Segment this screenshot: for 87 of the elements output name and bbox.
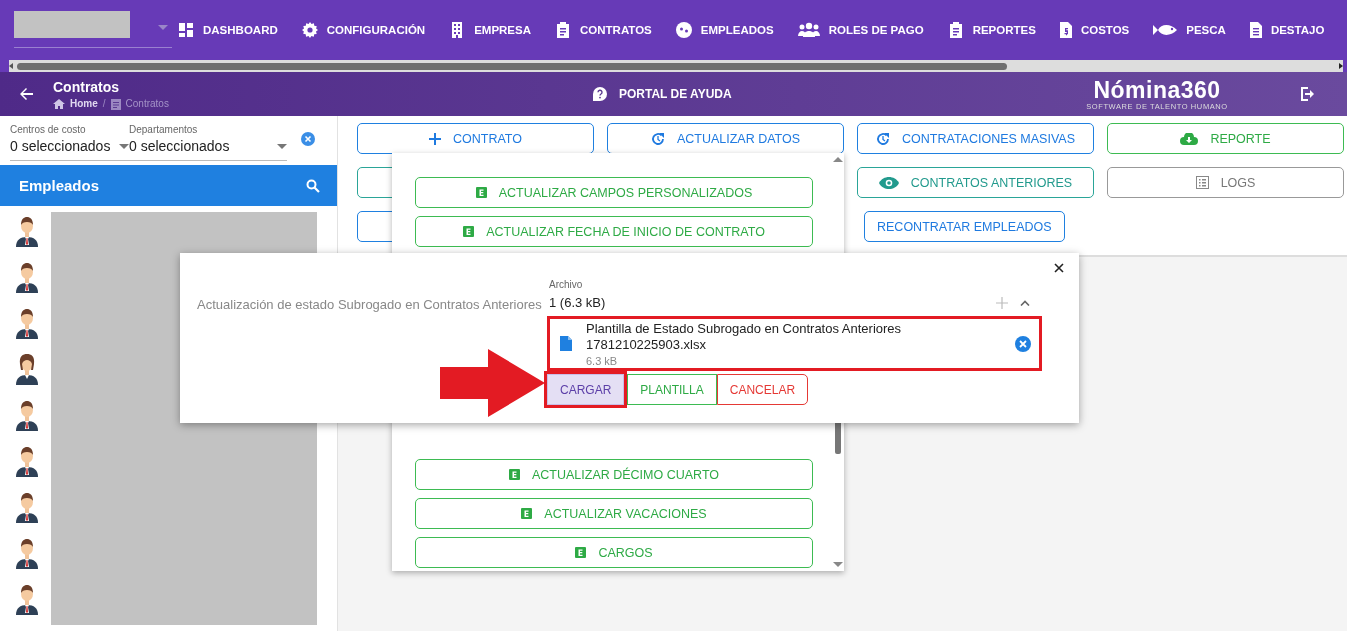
scroll-down-icon[interactable] bbox=[833, 562, 843, 567]
close-icon[interactable] bbox=[1054, 263, 1064, 273]
nav-link[interactable]: DESTAJO bbox=[1237, 22, 1337, 38]
menu-item[interactable]: CARGOS bbox=[415, 537, 813, 568]
help-icon bbox=[593, 87, 607, 101]
page-title: Contratos bbox=[53, 78, 121, 95]
scroll-up-icon[interactable] bbox=[833, 157, 843, 162]
dashboard-icon bbox=[178, 22, 194, 38]
spreadsheet-icon bbox=[575, 547, 587, 558]
nav-link[interactable]: EMPRESA bbox=[437, 22, 543, 38]
cloud-download-icon bbox=[1180, 132, 1199, 145]
caret-down-icon bbox=[119, 143, 129, 149]
man-avatar-icon bbox=[15, 399, 39, 431]
file-size: 6.3 kB bbox=[586, 354, 619, 367]
refresh-icon bbox=[876, 131, 891, 146]
nav-link[interactable]: CONTRATOS bbox=[543, 22, 664, 38]
help-link[interactable]: PORTAL DE AYUDA bbox=[593, 87, 1083, 101]
clipboard-icon bbox=[555, 22, 571, 38]
spreadsheet-icon bbox=[475, 187, 487, 198]
man-avatar-icon bbox=[15, 445, 39, 477]
toolbar-button[interactable]: CONTRATOS ANTERIORES bbox=[857, 167, 1094, 198]
caret-down-icon bbox=[158, 24, 168, 30]
fish-icon bbox=[1153, 23, 1178, 37]
dollar-document-icon bbox=[1059, 22, 1072, 38]
people-icon bbox=[797, 22, 820, 38]
back-arrow-icon[interactable] bbox=[19, 87, 33, 101]
toolbar-button[interactable]: RECONTRATAR EMPLEADOS bbox=[864, 211, 1065, 242]
horizontal-scrollbar[interactable] bbox=[9, 60, 1343, 72]
nav-link[interactable]: PESCA bbox=[1141, 23, 1238, 37]
settings-icon bbox=[301, 22, 318, 38]
file-icon bbox=[560, 336, 572, 351]
search-icon[interactable] bbox=[306, 178, 320, 193]
clear-icon[interactable] bbox=[301, 131, 315, 146]
breadcrumb-separator: / bbox=[102, 98, 106, 109]
remove-file-icon[interactable] bbox=[1015, 335, 1031, 352]
file-summary: 1 (6.3 kB) bbox=[549, 295, 607, 310]
toolbar-button[interactable]: LOGS bbox=[1107, 167, 1344, 198]
home-icon bbox=[53, 98, 65, 109]
list-icon bbox=[1195, 176, 1209, 189]
filter-select[interactable]: Centros de costo 0 seleccionados bbox=[10, 124, 129, 161]
nav-link[interactable]: CONFIGURACIÓN bbox=[289, 22, 438, 38]
panel-title: Empleados bbox=[19, 177, 100, 194]
upload-label: Archivo bbox=[549, 279, 584, 290]
nav-link[interactable]: DASHBOARD bbox=[166, 22, 290, 38]
logout-icon[interactable] bbox=[1301, 87, 1315, 101]
spreadsheet-icon bbox=[463, 226, 475, 237]
dialog-button[interactable]: CARGAR bbox=[547, 374, 625, 405]
spreadsheet-icon bbox=[521, 508, 533, 519]
breadcrumb-current: Contratos bbox=[125, 98, 169, 109]
spreadsheet-icon bbox=[508, 469, 520, 480]
scroll-right-icon[interactable] bbox=[1339, 63, 1343, 69]
menu-item[interactable]: ACTUALIZAR CAMPOS PERSONALIZADOS bbox=[415, 177, 813, 208]
breadcrumb-link[interactable]: Home bbox=[70, 98, 98, 109]
toolbar-button[interactable]: CONTRATACIONES MASIVAS bbox=[857, 123, 1094, 154]
clipboard-icon bbox=[947, 22, 964, 38]
nav-link[interactable]: ROLES DE PAGO bbox=[785, 22, 936, 38]
scrollbar-thumb[interactable] bbox=[835, 420, 841, 454]
toolbar-button[interactable]: CONTRATO bbox=[357, 123, 594, 154]
eye-icon bbox=[878, 176, 899, 189]
scrollbar-thumb[interactable] bbox=[17, 62, 1007, 70]
man-avatar-icon bbox=[15, 261, 39, 293]
refresh-icon bbox=[650, 131, 665, 146]
nav-link[interactable]: COSTOS bbox=[1047, 22, 1142, 38]
collapse-icon[interactable] bbox=[1020, 299, 1030, 306]
man-avatar-icon bbox=[15, 583, 39, 615]
menu-item[interactable]: ACTUALIZAR FECHA DE INICIO DE CONTRATO bbox=[415, 216, 813, 247]
field-label: Actualización de estado Subrogado en Contratos Anteriores bbox=[197, 297, 542, 312]
man-avatar-icon bbox=[15, 307, 39, 339]
face-icon bbox=[675, 22, 692, 38]
company-selector[interactable] bbox=[14, 12, 172, 48]
toolbar-button[interactable]: ACTUALIZAR DATOS bbox=[607, 123, 844, 154]
document-icon bbox=[1249, 22, 1262, 38]
man-avatar-icon bbox=[15, 491, 39, 523]
man-avatar-icon bbox=[15, 537, 39, 569]
nav-link[interactable]: REPORTES bbox=[935, 22, 1048, 38]
dialog-button[interactable]: CANCELAR bbox=[716, 374, 809, 405]
file-name: Plantilla de Estado Subrogado en Contratos Anteriores 1781210225903.xlsx bbox=[586, 320, 903, 353]
menu-item[interactable]: ACTUALIZAR DÉCIMO CUARTO bbox=[415, 459, 813, 490]
nav-link[interactable]: EMPLEADOS bbox=[663, 22, 786, 38]
man-avatar-icon bbox=[15, 215, 39, 247]
scroll-left-icon[interactable] bbox=[9, 63, 13, 69]
plus-icon bbox=[429, 132, 441, 145]
menu-item[interactable]: ACTUALIZAR VACACIONES bbox=[415, 498, 813, 529]
caret-down-icon bbox=[277, 143, 287, 149]
filter-select[interactable]: Departamentos 0 seleccionados bbox=[129, 124, 287, 161]
clipboard-icon bbox=[110, 97, 121, 110]
woman-avatar-icon bbox=[15, 353, 39, 385]
